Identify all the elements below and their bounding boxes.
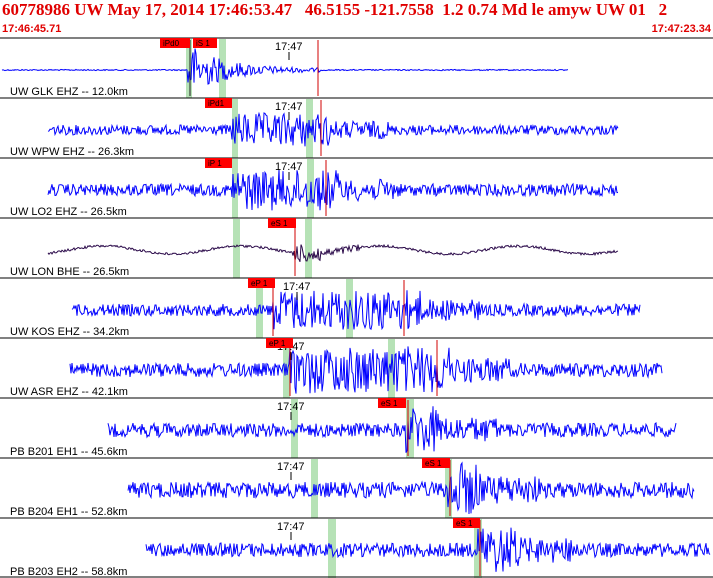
station-label: PB B201 EH1 -- 45.6km <box>10 446 127 458</box>
pick-label: eP 1 <box>269 339 286 348</box>
trace-row: 17:47 eS 1 PB B203 EH2 -- 58.8km <box>0 517 713 578</box>
trace-row: 17:47 iPd1 UW WPW EHZ -- 26.3km <box>0 97 713 158</box>
station-label: UW LO2 EHZ -- 26.5km <box>10 206 127 218</box>
trace-row: 17:47 iPd0 iS 1 UW GLK EHZ -- 12.0km <box>0 37 713 98</box>
pick-label: iP 1 <box>208 159 222 168</box>
waveform <box>1 48 568 85</box>
phase-window <box>233 219 240 278</box>
station-label: UW LON BHE -- 26.5km <box>10 266 129 278</box>
waveform <box>145 527 711 572</box>
trace-row: 17:47 eS 1 PB B204 EH1 -- 52.8km <box>0 457 713 518</box>
station-label: UW ASR EHZ -- 42.1km <box>10 386 128 398</box>
station-label: PB B204 EH1 -- 52.8km <box>10 506 127 518</box>
minute-label: 17:47 <box>275 161 303 173</box>
minute-label: 17:47 <box>283 281 311 293</box>
station-label: UW KOS EHZ -- 34.2km <box>10 326 129 338</box>
minute-label: 17:47 <box>277 521 305 533</box>
pick-label: eP 1 <box>251 279 268 288</box>
trace-row: 17:47 iP 1 UW LO2 EHZ -- 26.5km <box>0 157 713 218</box>
station-label: UW WPW EHZ -- 26.3km <box>10 146 134 158</box>
waveform <box>69 346 663 394</box>
pick-label: eS 1 <box>271 219 288 228</box>
trace-row: 17:47 eS 1 PB B201 EH1 -- 45.6km <box>0 397 713 458</box>
waveform <box>107 406 677 453</box>
pick-label: eS 1 <box>425 459 442 468</box>
pick-label: eS 1 <box>456 519 473 528</box>
minute-label: 17:47 <box>275 41 303 53</box>
seismogram-panel: 17:47 iPd0 iS 1 UW GLK EHZ -- 12.0km 17:47 iP… <box>0 37 713 578</box>
trace-row: eS 1 UW LON BHE -- 26.5km <box>0 217 713 278</box>
minute-label: 17:47 <box>277 461 305 473</box>
phase-window <box>305 219 312 278</box>
waveform <box>47 243 619 262</box>
waveform <box>47 111 619 147</box>
pick-label: iPd1 <box>208 99 225 108</box>
station-label: PB B203 EH2 -- 58.8km <box>10 566 127 578</box>
pick-label: eS 1 <box>381 399 398 408</box>
waveform <box>127 461 695 515</box>
minute-label: 17:47 <box>275 101 303 113</box>
trace-row: 17:47eP 1UW ASR EHZ -- 42.1km <box>0 337 713 398</box>
trace-row: 17:47 eP 1 UW KOS EHZ -- 34.2km <box>0 277 713 338</box>
waveform <box>71 290 641 331</box>
waveform <box>47 169 619 211</box>
station-label: UW GLK EHZ -- 12.0km <box>10 86 128 98</box>
pick-label: iPd0 <box>163 39 180 48</box>
pick-label: iS 1 <box>196 39 210 48</box>
minute-label: 17:47 <box>277 401 305 413</box>
